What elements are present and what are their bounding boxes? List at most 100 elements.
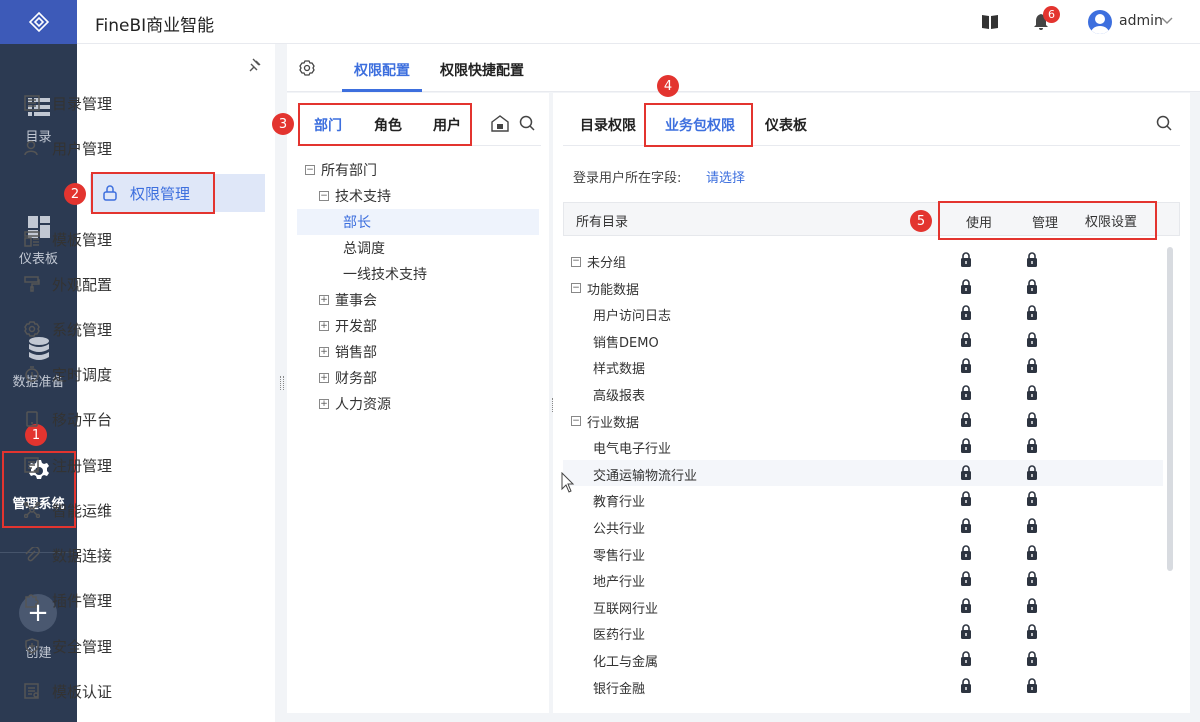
manage-lock-icon[interactable]	[1026, 624, 1038, 643]
manage-lock-icon[interactable]	[1026, 438, 1038, 457]
scrollbar-thumb[interactable]	[1167, 247, 1173, 571]
table-row[interactable]: 教育行业	[563, 486, 1163, 512]
use-lock-icon[interactable]	[960, 305, 972, 324]
collapse-icon[interactable]: −	[319, 191, 329, 201]
sidebar-item-users[interactable]: 用户管理	[20, 129, 188, 167]
manage-lock-icon[interactable]	[1026, 518, 1038, 537]
tab-quick-config[interactable]: 权限快捷配置	[440, 60, 524, 80]
table-row[interactable]: 零售行业	[563, 540, 1163, 566]
tree-node[interactable]: + 财务部	[305, 365, 539, 391]
table-row[interactable]: 公共行业	[563, 513, 1163, 539]
sidebar-item-templates[interactable]: 模板管理	[20, 220, 188, 258]
tab-permission-config[interactable]: 权限配置	[354, 60, 410, 80]
use-lock-icon[interactable]	[960, 411, 972, 431]
table-row[interactable]: 高级报表	[563, 380, 1163, 406]
table-row[interactable]: 地产行业	[563, 566, 1163, 592]
manage-lock-icon[interactable]	[1026, 411, 1038, 431]
table-row[interactable]: 交通运输物流行业	[563, 459, 1163, 486]
sidebar-item-registration[interactable]: 注册管理	[20, 446, 188, 484]
search-icon[interactable]	[1156, 115, 1172, 131]
collapse-icon[interactable]: −	[571, 416, 581, 427]
use-lock-icon[interactable]	[960, 544, 972, 564]
manage-lock-icon[interactable]	[1026, 677, 1038, 697]
expand-icon[interactable]: +	[319, 373, 329, 383]
tree-node[interactable]: + 人力资源	[305, 391, 539, 417]
manage-lock-icon[interactable]	[1026, 332, 1038, 351]
manage-lock-icon[interactable]	[1026, 252, 1038, 271]
resize-handle[interactable]	[280, 376, 284, 390]
manage-lock-icon[interactable]	[1026, 278, 1038, 298]
use-lock-icon[interactable]	[960, 624, 972, 643]
use-lock-icon[interactable]	[960, 252, 972, 271]
search-icon[interactable]	[519, 115, 535, 131]
sidebar-item-certification[interactable]: 模板认证	[20, 672, 188, 710]
sidebar-item-plugins[interactable]: 插件管理	[20, 581, 188, 619]
tree-node[interactable]: + 开发部	[305, 313, 539, 339]
use-lock-icon[interactable]	[960, 677, 972, 697]
table-row[interactable]: 化工与金属	[563, 646, 1163, 672]
expand-icon[interactable]: +	[319, 399, 329, 409]
house-lock-icon[interactable]	[491, 115, 509, 132]
table-row[interactable]: − 未分组	[563, 247, 1163, 273]
use-lock-icon[interactable]	[960, 571, 972, 590]
expand-icon[interactable]: +	[319, 347, 329, 357]
use-lock-icon[interactable]	[960, 465, 972, 484]
collapse-icon[interactable]: −	[571, 256, 581, 267]
avatar[interactable]	[1088, 10, 1112, 34]
tree-node-group[interactable]: − 技术支持	[305, 183, 539, 209]
use-lock-icon[interactable]	[960, 438, 972, 457]
manage-lock-icon[interactable]	[1026, 358, 1038, 377]
sidebar-item-schedule[interactable]: 定时调度	[20, 355, 188, 393]
sidebar-item-mobile[interactable]: 移动平台	[20, 400, 188, 438]
tree-node[interactable]: + 销售部	[305, 339, 539, 365]
manage-lock-icon[interactable]	[1026, 571, 1038, 590]
use-lock-icon[interactable]	[960, 518, 972, 537]
pin-icon[interactable]	[249, 58, 263, 72]
chevron-down-icon[interactable]	[1161, 17, 1173, 25]
table-row[interactable]: 样式数据	[563, 353, 1163, 379]
table-row[interactable]: − 功能数据	[563, 274, 1163, 300]
book-icon[interactable]	[982, 14, 998, 29]
sidebar-item-connections[interactable]: 数据连接	[20, 536, 188, 574]
expand-icon[interactable]: +	[319, 321, 329, 331]
manage-lock-icon[interactable]	[1026, 465, 1038, 484]
table-row[interactable]: 用户访问日志	[563, 300, 1163, 326]
manage-lock-icon[interactable]	[1026, 385, 1038, 404]
table-row[interactable]: 互联网行业	[563, 593, 1163, 619]
sidebar-item-ops[interactable]: 智能运维	[20, 491, 188, 529]
table-row[interactable]: 银行金融	[563, 673, 1163, 699]
logo-icon[interactable]	[0, 0, 77, 44]
table-row[interactable]: 医药行业	[563, 619, 1163, 645]
settings-icon[interactable]	[299, 60, 315, 76]
tree-node[interactable]: + 董事会	[305, 287, 539, 313]
tree-node[interactable]: 一线技术支持	[305, 261, 539, 287]
manage-lock-icon[interactable]	[1026, 598, 1038, 617]
sidebar-item-security[interactable]: 安全管理	[20, 627, 188, 665]
expand-icon[interactable]: +	[319, 295, 329, 305]
sidebar-item-appearance[interactable]: 外观配置	[20, 265, 188, 303]
tree-node-root[interactable]: − 所有部门	[305, 157, 539, 183]
tab-dashboard[interactable]: 仪表板	[765, 115, 807, 135]
tree-node[interactable]: 总调度	[305, 235, 539, 261]
manage-lock-icon[interactable]	[1026, 651, 1038, 670]
use-lock-icon[interactable]	[960, 491, 972, 510]
use-lock-icon[interactable]	[960, 385, 972, 404]
collapse-icon[interactable]: −	[571, 283, 581, 294]
table-row[interactable]: − 行业数据	[563, 407, 1163, 433]
use-lock-icon[interactable]	[960, 598, 972, 617]
use-lock-icon[interactable]	[960, 332, 972, 351]
sidebar-item-system[interactable]: 系统管理	[20, 310, 188, 348]
tree-node-selected[interactable]: 部长	[297, 209, 539, 235]
table-row[interactable]: 电气电子行业	[563, 433, 1163, 459]
sidebar-item-catalog[interactable]: 目录管理	[20, 84, 188, 122]
use-lock-icon[interactable]	[960, 278, 972, 298]
use-lock-icon[interactable]	[960, 358, 972, 377]
select-field-link[interactable]: 请选择	[706, 167, 745, 186]
manage-lock-icon[interactable]	[1026, 544, 1038, 564]
tab-catalog-permission[interactable]: 目录权限	[580, 115, 636, 135]
user-name[interactable]: admin	[1119, 13, 1163, 29]
manage-lock-icon[interactable]	[1026, 305, 1038, 324]
collapse-icon[interactable]: −	[305, 165, 315, 175]
table-row[interactable]: 销售DEMO	[563, 327, 1163, 353]
manage-lock-icon[interactable]	[1026, 491, 1038, 510]
